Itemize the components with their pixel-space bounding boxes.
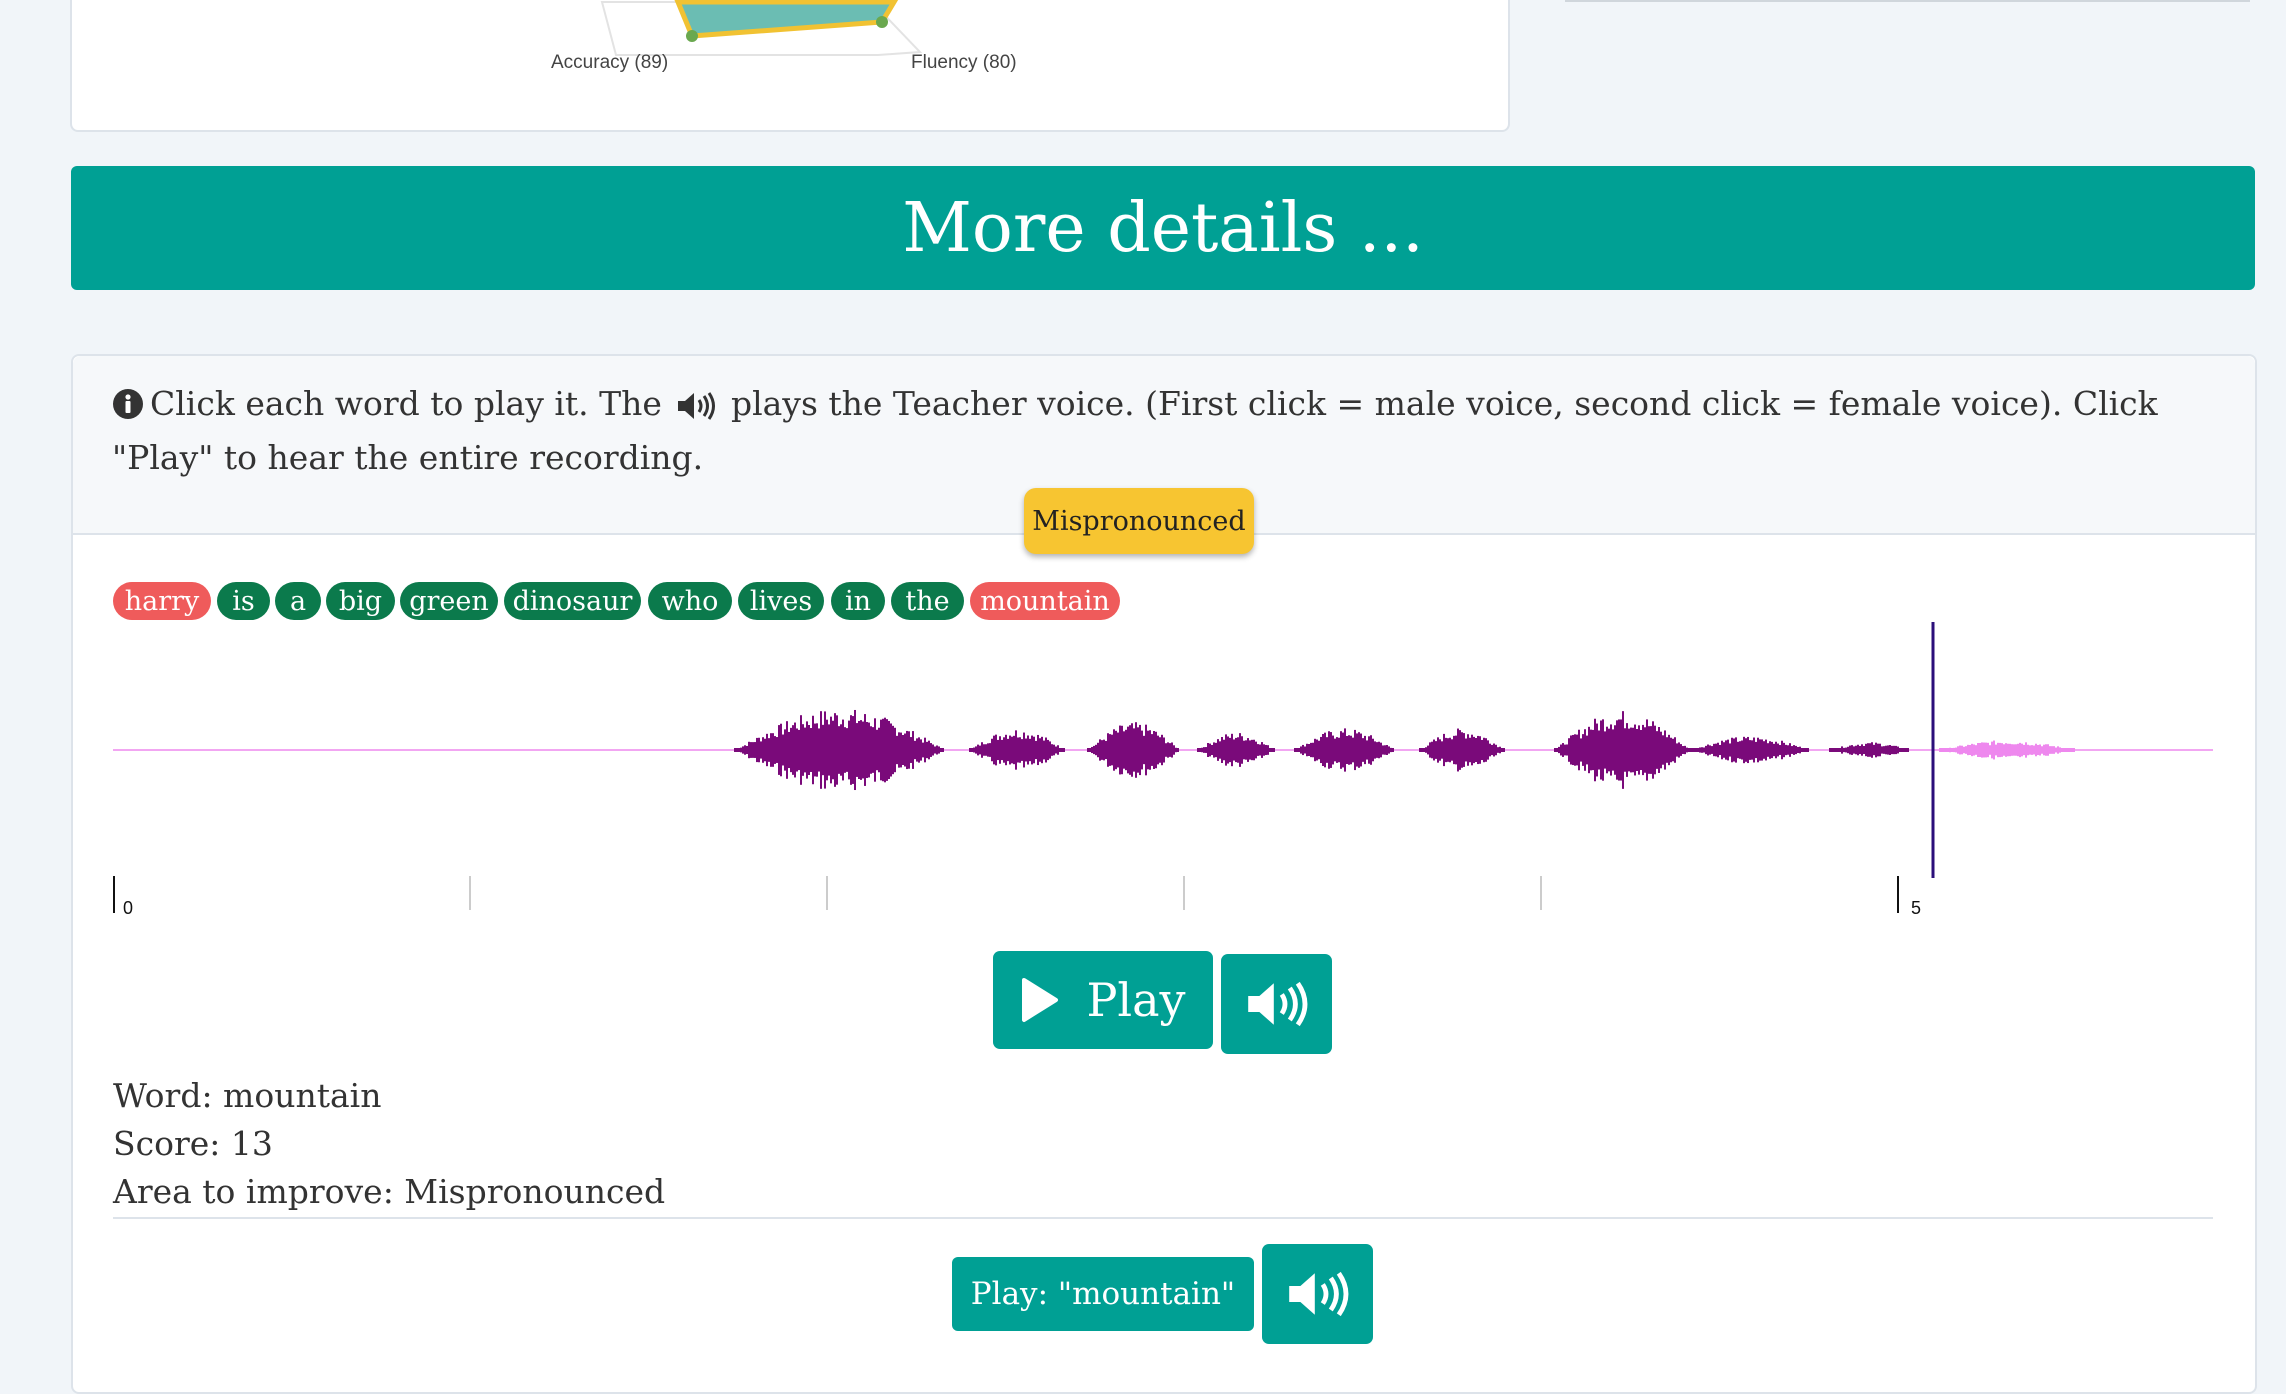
word-chip[interactable]: big bbox=[326, 582, 395, 620]
word-text: in bbox=[844, 585, 872, 617]
play-word-button[interactable]: Play: "mountain" bbox=[952, 1257, 1254, 1331]
timeline-ticks bbox=[113, 876, 1899, 913]
instructions-part1: Click each word to play it. The bbox=[150, 384, 662, 423]
radar-axis-label-accuracy: Accuracy (89) bbox=[551, 52, 669, 73]
word-chip[interactable]: harry bbox=[113, 582, 211, 620]
word-chip[interactable]: the bbox=[891, 582, 964, 620]
word-text: green bbox=[409, 585, 489, 617]
word-text: who bbox=[661, 585, 719, 617]
mispronounced-tooltip: Mispronounced bbox=[1024, 488, 1254, 554]
waveform[interactable]: 0 5 bbox=[113, 620, 2213, 920]
radar-axis-label-fluency: Fluency (80) bbox=[911, 52, 1017, 73]
radar-point-fluency bbox=[876, 16, 888, 28]
radar-chart bbox=[600, 0, 923, 56]
word-detail-score: Score: 13 bbox=[113, 1124, 273, 1163]
word-text: mountain bbox=[980, 585, 1110, 617]
play-button[interactable]: Play bbox=[993, 951, 1213, 1049]
play-label: Play bbox=[1086, 973, 1186, 1027]
teacher-voice-button[interactable] bbox=[1221, 954, 1332, 1054]
speaker-icon bbox=[1247, 981, 1307, 1027]
word-text: a bbox=[289, 585, 307, 617]
radar-point-accuracy bbox=[686, 30, 698, 42]
word-chip[interactable]: a bbox=[275, 582, 321, 620]
play-icon bbox=[1022, 978, 1059, 1022]
tick-label: 0 bbox=[123, 898, 133, 918]
word-text: big bbox=[338, 585, 383, 617]
info-icon bbox=[112, 385, 144, 433]
word-chip[interactable]: dinosaur bbox=[504, 582, 641, 620]
instructions: Click each word to play it. The plays th… bbox=[112, 380, 2222, 482]
word-text: the bbox=[905, 585, 950, 617]
word-chip[interactable]: who bbox=[648, 582, 732, 620]
word-detail-word: Word: mountain bbox=[113, 1076, 382, 1115]
word-chip[interactable]: in bbox=[831, 582, 885, 620]
word-chip[interactable]: lives bbox=[738, 582, 824, 620]
divider bbox=[1565, 0, 2250, 2]
radar-chart-card: Accuracy (89) Fluency (80) bbox=[70, 0, 1510, 132]
word-chip[interactable]: is bbox=[217, 582, 270, 620]
radar-score-polygon bbox=[674, 0, 899, 39]
waveform-bars bbox=[113, 709, 2213, 791]
word-detail-area: Area to improve: Mispronounced bbox=[113, 1172, 666, 1211]
word-teacher-voice-button[interactable] bbox=[1262, 1244, 1373, 1344]
word-chip[interactable]: mountain bbox=[970, 582, 1120, 620]
tick-label: 5 bbox=[1911, 898, 1921, 918]
word-chip[interactable]: green bbox=[400, 582, 498, 620]
speaker-icon bbox=[676, 386, 716, 434]
speaker-icon bbox=[1288, 1271, 1348, 1317]
more-details-button[interactable]: More details ... bbox=[71, 166, 2255, 290]
word-text: dinosaur bbox=[512, 585, 633, 617]
word-text: lives bbox=[749, 585, 813, 617]
word-text: harry bbox=[124, 585, 200, 617]
divider bbox=[113, 1217, 2213, 1219]
word-text: is bbox=[232, 585, 255, 617]
